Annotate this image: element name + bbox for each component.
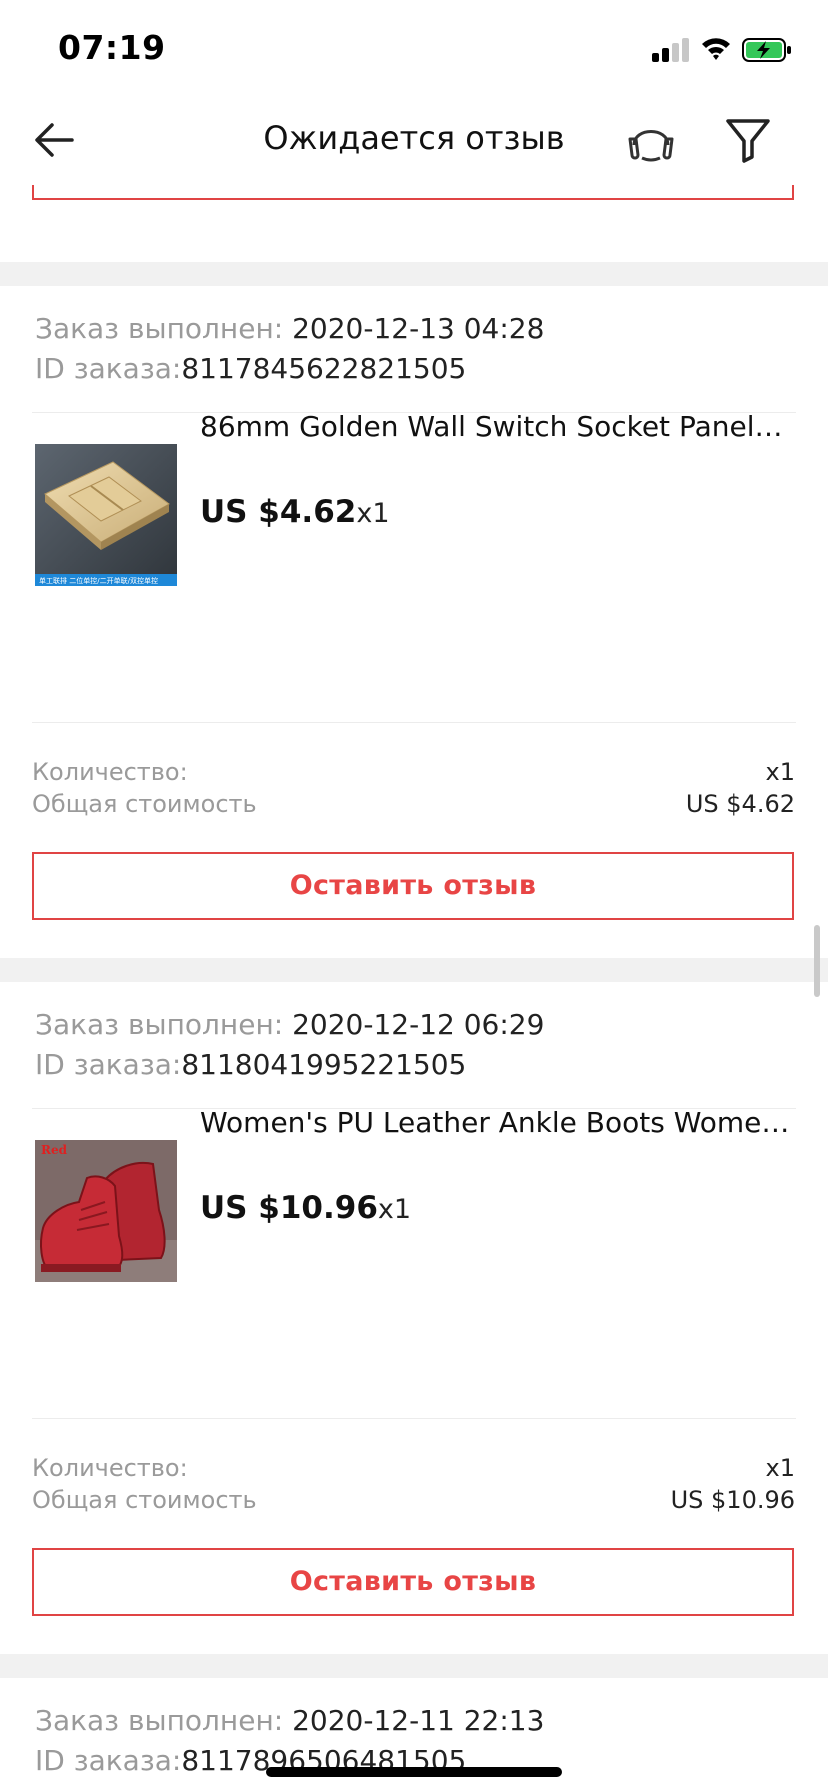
product-image[interactable]: 单工联排 二位单控/二开单联/双控单控 xyxy=(35,444,177,586)
screen: Оставить отзыв Заказ выполнен: 2020-12-1… xyxy=(0,0,828,1792)
completed-date: 2020-12-11 22:13 xyxy=(292,1704,545,1737)
order-id-line: ID заказа:8117845622821505 xyxy=(35,352,466,385)
card-separator xyxy=(0,262,828,286)
image-caption: 单工联排 二位单控/二开单联/双控单控 xyxy=(39,576,158,585)
total-value: US $4.62 xyxy=(685,790,795,818)
nav-bar: Ожидается отзыв xyxy=(0,95,828,185)
home-indicator[interactable] xyxy=(266,1767,562,1777)
battery-charging-icon xyxy=(742,38,791,62)
divider xyxy=(32,722,796,723)
card-separator xyxy=(0,958,828,982)
scrollbar[interactable] xyxy=(814,925,820,997)
order-card: Заказ выполнен: 2020-12-12 06:29 ID зака… xyxy=(0,982,828,1652)
review-button[interactable]: Оставить отзыв xyxy=(32,852,794,920)
quantity-value: x1 xyxy=(765,758,795,786)
product-qty: x1 xyxy=(356,498,390,529)
product-image[interactable]: Red xyxy=(35,1140,177,1282)
completed-label: Заказ выполнен: xyxy=(35,1008,293,1041)
order-id-value: 8118041995221505 xyxy=(181,1048,467,1081)
card-separator xyxy=(0,1654,828,1678)
quantity-label: Количество: xyxy=(32,758,188,786)
quantity-label: Количество: xyxy=(32,1454,188,1482)
wall-switch-image: 单工联排 二位单控/二开单联/双控单控 xyxy=(35,444,177,586)
ankle-boots-image: Red xyxy=(35,1140,177,1282)
product-price: US $10.96 xyxy=(200,1190,378,1226)
page-title: Ожидается отзыв xyxy=(263,119,565,157)
order-id-value: 8117845622821505 xyxy=(181,352,467,385)
completed-date: 2020-12-12 06:29 xyxy=(292,1008,545,1041)
divider xyxy=(32,1418,796,1419)
status-time: 07:19 xyxy=(58,28,166,67)
order-card: Заказ выполнен: 2020-12-13 04:28 ID зака… xyxy=(0,286,828,956)
total-label: Общая стоимость xyxy=(32,790,257,818)
order-id-label: ID заказа: xyxy=(35,1744,182,1777)
order-completed-line: Заказ выполнен: 2020-12-11 22:13 xyxy=(35,1704,544,1737)
order-completed-line: Заказ выполнен: 2020-12-12 06:29 xyxy=(35,1008,544,1041)
wifi-icon xyxy=(702,38,730,60)
headset-support-icon[interactable] xyxy=(626,115,676,165)
total-label: Общая стоимость xyxy=(32,1486,257,1514)
product-name[interactable]: 86mm Golden Wall Switch Socket Panel Por… xyxy=(200,410,790,443)
order-id-line: ID заказа:8118041995221505 xyxy=(35,1048,466,1081)
order-id-label: ID заказа: xyxy=(35,352,182,385)
status-bar: 07:19 xyxy=(0,0,828,90)
product-name[interactable]: Women's PU Leather Ankle Boots Women A..… xyxy=(200,1106,790,1139)
order-list[interactable]: Оставить отзыв Заказ выполнен: 2020-12-1… xyxy=(0,0,828,1792)
order-completed-line: Заказ выполнен: 2020-12-13 04:28 xyxy=(35,312,544,345)
completed-label: Заказ выполнен: xyxy=(35,312,293,345)
review-button[interactable]: Оставить отзыв xyxy=(32,1548,794,1616)
completed-date: 2020-12-13 04:28 xyxy=(292,312,545,345)
price-line: US $10.96x1 xyxy=(200,1190,411,1226)
cellular-signal-icon xyxy=(652,38,690,62)
product-qty: x1 xyxy=(377,1194,412,1225)
quantity-value: x1 xyxy=(765,1454,795,1482)
completed-label: Заказ выполнен: xyxy=(35,1704,293,1737)
price-line: US $4.62x1 xyxy=(200,494,390,530)
order-id-label: ID заказа: xyxy=(35,1048,182,1081)
image-tag: Red xyxy=(41,1143,68,1157)
filter-funnel-icon[interactable] xyxy=(722,113,774,165)
total-value: US $10.96 xyxy=(670,1486,795,1514)
product-price: US $4.62 xyxy=(200,494,357,530)
